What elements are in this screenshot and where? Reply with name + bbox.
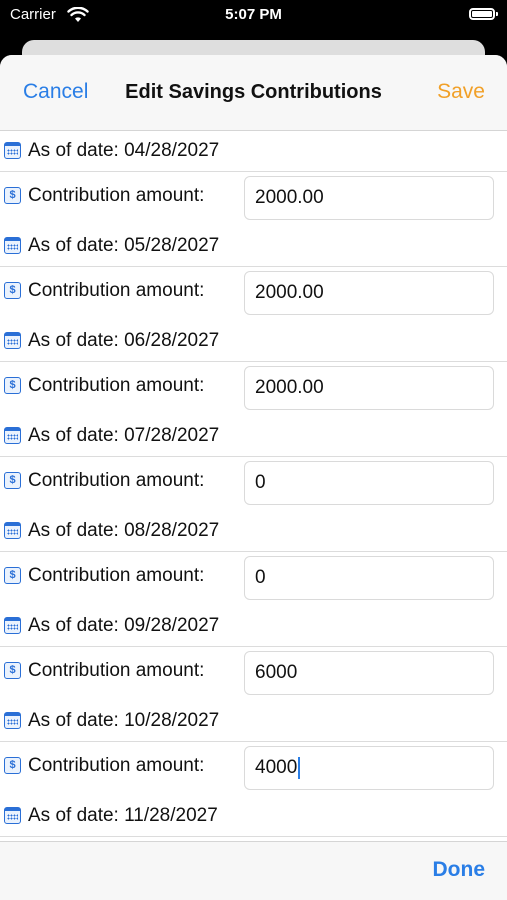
dollar-glyph: $	[9, 189, 16, 201]
date-label: As of date: 04/28/2027	[28, 140, 220, 161]
calendar-icon	[4, 332, 21, 349]
contribution-amount-value: 6000	[255, 662, 298, 683]
contribution-amount-value: 2000.00	[255, 282, 324, 303]
date-row: As of date: 04/28/2027	[0, 131, 507, 172]
edit-sheet: Cancel Edit Savings Contributions Save A…	[0, 55, 507, 900]
contribution-label: Contribution amount:	[28, 660, 205, 681]
date-row: As of date: 06/28/2027	[0, 321, 507, 362]
amount-row: $ Contribution amount: 4000	[0, 742, 507, 796]
dollar-glyph: $	[9, 664, 16, 676]
date-row: As of date: 10/28/2027	[0, 701, 507, 742]
contribution-label: Contribution amount:	[28, 375, 205, 396]
calendar-icon	[4, 712, 21, 729]
date-label: As of date: 10/28/2027	[28, 710, 220, 731]
dollar-icon: $	[4, 377, 21, 394]
date-row: As of date: 05/28/2027	[0, 226, 507, 267]
calendar-icon	[4, 427, 21, 444]
date-label: As of date: 09/28/2027	[28, 615, 220, 636]
amount-row: $ Contribution amount: 0	[0, 457, 507, 511]
text-caret	[298, 756, 301, 779]
dollar-icon: $	[4, 282, 21, 299]
date-row: As of date: 11/28/2027	[0, 796, 507, 837]
dollar-glyph: $	[9, 759, 16, 771]
dollar-icon: $	[4, 187, 21, 204]
amount-row: $ Contribution amount: 2000.00	[0, 267, 507, 321]
dollar-icon: $	[4, 472, 21, 489]
contribution-label: Contribution amount:	[28, 280, 205, 301]
contribution-amount-input[interactable]: 4000	[244, 746, 494, 790]
calendar-icon	[4, 522, 21, 539]
dollar-glyph: $	[9, 379, 16, 391]
date-row: As of date: 08/28/2027	[0, 511, 507, 552]
dollar-glyph: $	[9, 569, 16, 581]
date-label: As of date: 06/28/2027	[28, 330, 220, 351]
contribution-amount-input[interactable]: 6000	[244, 651, 494, 695]
dollar-icon: $	[4, 662, 21, 679]
contribution-label: Contribution amount:	[28, 755, 205, 776]
status-bar: Carrier 5:07 PM	[0, 0, 507, 34]
navigation-bar: Cancel Edit Savings Contributions Save	[0, 55, 507, 131]
done-button[interactable]: Done	[433, 858, 486, 882]
amount-row: $ Contribution amount: 0	[0, 552, 507, 606]
dollar-glyph: $	[9, 284, 16, 296]
clock: 5:07 PM	[225, 6, 282, 23]
date-label: As of date: 07/28/2027	[28, 425, 220, 446]
contribution-amount-value: 0	[255, 472, 266, 493]
keyboard-toolbar: Done	[0, 841, 507, 900]
contribution-amount-input[interactable]: 2000.00	[244, 176, 494, 220]
calendar-icon	[4, 237, 21, 254]
contribution-amount-value: 2000.00	[255, 187, 324, 208]
contribution-amount-value: 0	[255, 567, 266, 588]
page-title: Edit Savings Contributions	[125, 81, 382, 103]
contribution-amount-value: 2000.00	[255, 377, 324, 398]
dollar-icon: $	[4, 567, 21, 584]
battery-icon	[469, 8, 498, 20]
contribution-label: Contribution amount:	[28, 470, 205, 491]
date-label: As of date: 05/28/2027	[28, 235, 220, 256]
amount-row: $ Contribution amount: 2000.00	[0, 172, 507, 226]
calendar-icon	[4, 807, 21, 824]
contribution-amount-value: 4000	[255, 757, 298, 778]
calendar-icon	[4, 142, 21, 159]
date-label: As of date: 08/28/2027	[28, 520, 220, 541]
amount-row: $ Contribution amount: 2000.00	[0, 362, 507, 416]
contribution-amount-input[interactable]: 0	[244, 556, 494, 600]
contribution-amount-input[interactable]: 0	[244, 461, 494, 505]
date-row: As of date: 07/28/2027	[0, 416, 507, 457]
date-row: As of date: 09/28/2027	[0, 606, 507, 647]
contribution-label: Contribution amount:	[28, 565, 205, 586]
contribution-amount-input[interactable]: 2000.00	[244, 366, 494, 410]
dollar-glyph: $	[9, 474, 16, 486]
contribution-amount-input[interactable]: 2000.00	[244, 271, 494, 315]
contributions-list: As of date: 04/28/2027 $ Contribution amou…	[0, 131, 507, 837]
calendar-icon	[4, 617, 21, 634]
contribution-label: Contribution amount:	[28, 185, 205, 206]
save-button[interactable]: Save	[437, 80, 485, 104]
date-label: As of date: 11/28/2027	[28, 805, 218, 826]
dollar-icon: $	[4, 757, 21, 774]
amount-row: $ Contribution amount: 6000	[0, 647, 507, 701]
